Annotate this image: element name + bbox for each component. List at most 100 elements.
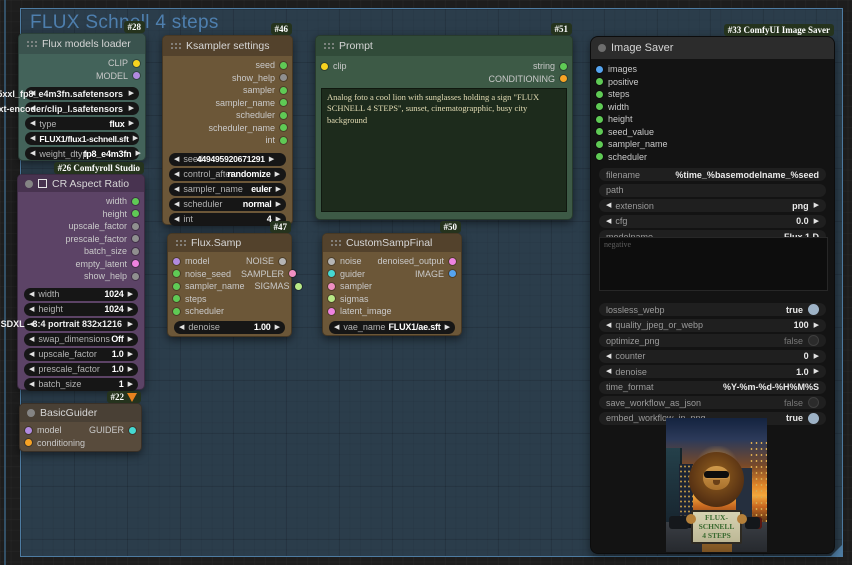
prev-arrow-icon[interactable]: ◀: [29, 351, 34, 358]
path-field[interactable]: path: [599, 183, 826, 197]
height-output-port[interactable]: [132, 210, 139, 218]
counter-stepper[interactable]: ◀ counter 0 ▶: [599, 349, 826, 363]
toggle-knob[interactable]: [808, 412, 819, 424]
node-custom-samp-final[interactable]: #50 CustomSampFinal noise denoised_outpu…: [322, 221, 462, 336]
prev-arrow-icon[interactable]: ◀: [29, 291, 34, 298]
batch-size-stepper[interactable]: ◀ batch_size 1 ▶: [24, 377, 138, 391]
conditioning-output-port[interactable]: [560, 75, 567, 83]
batch-size-output-port[interactable]: [132, 247, 139, 255]
next-arrow-icon[interactable]: ▶: [814, 353, 819, 360]
port-row[interactable]: guider IMAGE: [323, 268, 461, 281]
string-output-port[interactable]: [560, 62, 567, 70]
seed-stepper[interactable]: ◀ seed 449495920671291 ▶: [169, 152, 286, 166]
prev-arrow-icon[interactable]: ◀: [606, 322, 611, 329]
output-port-row[interactable]: MODEL: [19, 70, 145, 83]
output-port-row[interactable]: CLIP: [19, 57, 145, 70]
node-header[interactable]: CR Aspect Ratio: [18, 175, 144, 192]
optimize-png-toggle[interactable]: optimize_png false: [599, 334, 826, 347]
negative-textarea[interactable]: negative: [599, 237, 828, 291]
next-arrow-icon[interactable]: ▶: [441, 324, 450, 331]
denoise-stepper[interactable]: ◀ denoise 1.0 ▶: [599, 365, 826, 378]
node-header[interactable]: Image Saver: [591, 37, 834, 59]
port-row[interactable]: conditioning: [20, 437, 141, 450]
prev-arrow-icon[interactable]: ◀: [606, 218, 611, 225]
aspect-ratio-combo[interactable]: ◀ SDXL - 3:4 portrait 832x1216 ▶: [1, 317, 138, 331]
node-ksampler-settings[interactable]: #46 Ksampler settings seed show_help sam…: [162, 23, 293, 226]
output-port-row[interactable]: height: [18, 208, 144, 221]
node-image-saver[interactable]: #33 ComfyUI Image Saver Image Saver imag…: [590, 24, 835, 554]
node-cr-aspect-ratio[interactable]: #26 Comfyroll Studio CR Aspect Ratio wid…: [1, 162, 145, 391]
output-port-row[interactable]: upscale_factor: [18, 220, 144, 233]
sampler-name-combo[interactable]: ◀ sampler_name euler ▶: [169, 182, 286, 196]
width-output-port[interactable]: [132, 197, 139, 205]
port-row[interactable]: CONDITIONING: [316, 73, 572, 86]
next-arrow-icon[interactable]: ▶: [124, 321, 133, 328]
port-row[interactable]: height: [591, 113, 834, 126]
sampler-input-port[interactable]: [328, 282, 335, 290]
seed-value-input-port[interactable]: [596, 128, 603, 136]
swap-dimensions-combo[interactable]: ◀ swap_dimensions Off ▶: [24, 332, 138, 346]
port-row[interactable]: sigmas: [323, 293, 461, 306]
port-row[interactable]: model NOISE: [168, 255, 291, 268]
collapse-dot-icon[interactable]: [25, 179, 33, 188]
sampler-name-output-port[interactable]: [280, 99, 287, 107]
scheduler-input-port[interactable]: [596, 153, 603, 161]
port-row[interactable]: positive: [591, 76, 834, 89]
empty-latent-output-port[interactable]: [132, 260, 139, 268]
toggle-knob[interactable]: [808, 397, 819, 408]
next-arrow-icon[interactable]: ▶: [125, 105, 134, 112]
next-arrow-icon[interactable]: ▶: [124, 336, 133, 343]
next-arrow-icon[interactable]: ▶: [125, 120, 134, 127]
output-port-row[interactable]: sampler_name: [163, 97, 292, 110]
scheduler-output-port[interactable]: [280, 111, 287, 119]
filename-field[interactable]: filename %time_%basemodelname_%seed: [599, 168, 826, 181]
next-arrow-icon[interactable]: ▶: [124, 351, 133, 358]
node-flux-models-loader[interactable]: #28 Flux models loader CLIP MODEL ◀ den/…: [0, 21, 146, 161]
port-row[interactable]: scheduler: [168, 305, 291, 318]
next-arrow-icon[interactable]: ▶: [124, 381, 133, 388]
port-row[interactable]: seed_value: [591, 126, 834, 139]
sampler-name-input-port[interactable]: [173, 282, 180, 290]
node-header[interactable]: Prompt: [316, 36, 572, 56]
node-header[interactable]: Flux.Samp: [168, 234, 291, 252]
prev-arrow-icon[interactable]: ◀: [179, 324, 184, 331]
port-row[interactable]: sampler_name: [591, 138, 834, 151]
images-input-port[interactable]: [596, 65, 603, 73]
next-arrow-icon[interactable]: ▶: [124, 306, 133, 313]
node-prompt[interactable]: #51 Prompt clip string CONDITIONING Anal…: [315, 23, 573, 220]
prescale-factor-output-port[interactable]: [132, 235, 139, 243]
next-arrow-icon[interactable]: ▶: [125, 90, 134, 97]
steps-input-port[interactable]: [173, 295, 180, 303]
collapse-dot-icon[interactable]: [27, 409, 35, 417]
next-arrow-icon[interactable]: ▶: [814, 368, 819, 375]
prescale-factor-stepper[interactable]: ◀ prescale_factor 1.0 ▶: [24, 362, 138, 376]
guider-input-port[interactable]: [328, 270, 335, 278]
next-arrow-icon[interactable]: ▶: [814, 202, 819, 209]
scheduler-name-output-port[interactable]: [280, 124, 287, 132]
prev-arrow-icon[interactable]: ◀: [29, 336, 34, 343]
conditioning-input-port[interactable]: [25, 439, 32, 447]
show-help-output-port[interactable]: [132, 272, 139, 280]
upscale-factor-output-port[interactable]: [132, 222, 139, 230]
height-input-port[interactable]: [596, 115, 603, 123]
output-port-row[interactable]: width: [18, 195, 144, 208]
node-header[interactable]: CustomSampFinal: [323, 234, 461, 252]
node-header[interactable]: Ksampler settings: [163, 36, 292, 56]
port-row[interactable]: sampler_name SIGMAS: [168, 280, 302, 293]
checkbox-icon[interactable]: [38, 179, 47, 188]
prev-arrow-icon[interactable]: ◀: [29, 381, 34, 388]
sigmas-output-port[interactable]: [294, 282, 302, 290]
extension-combo[interactable]: ◀ extension png ▶: [599, 199, 826, 212]
save-workflow-as-json-toggle[interactable]: save_workflow_as_json false: [599, 396, 826, 409]
next-arrow-icon[interactable]: ▶: [129, 135, 138, 142]
prev-arrow-icon[interactable]: ◀: [29, 306, 34, 313]
next-arrow-icon[interactable]: ▶: [131, 150, 140, 157]
scheduler-input-port[interactable]: [173, 307, 180, 315]
output-port-row[interactable]: prescale_factor: [18, 233, 144, 246]
port-row[interactable]: model GUIDER: [20, 424, 141, 437]
next-arrow-icon[interactable]: ▶: [271, 324, 280, 331]
denoised-output-port[interactable]: [449, 257, 456, 265]
positive-input-port[interactable]: [596, 78, 603, 86]
prev-arrow-icon[interactable]: ◀: [334, 324, 339, 331]
image-output-port[interactable]: [449, 270, 456, 278]
